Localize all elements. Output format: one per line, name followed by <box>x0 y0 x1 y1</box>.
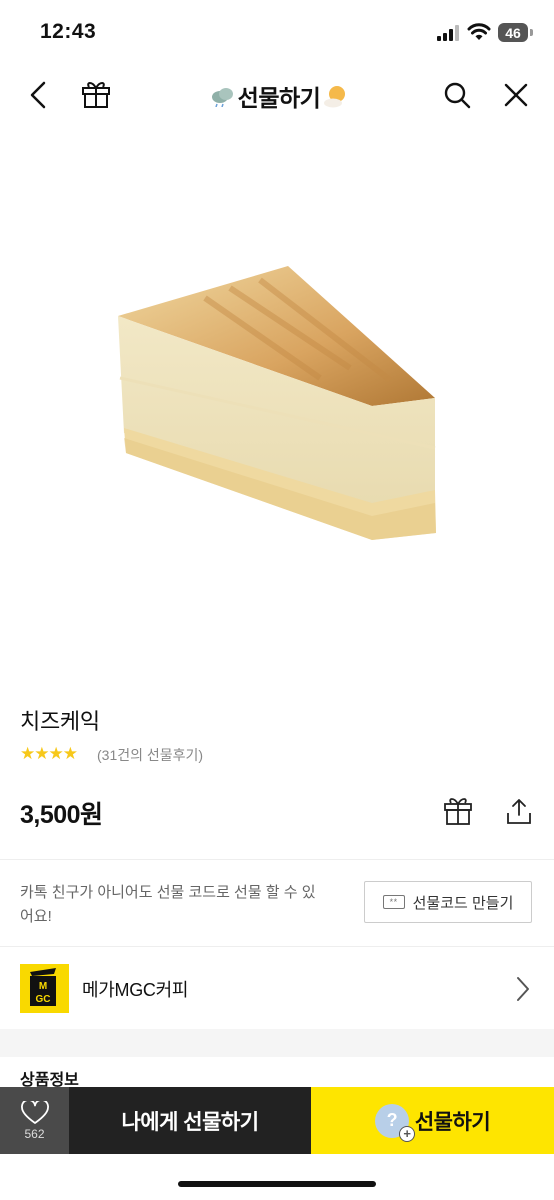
search-button[interactable] <box>442 80 472 110</box>
like-count: 562 <box>24 1126 45 1141</box>
cellular-signal-icon <box>437 25 459 41</box>
close-button[interactable] <box>501 80 531 110</box>
review-count-link[interactable]: (31건의 선물후기) <box>97 745 203 765</box>
code-icon: ** <box>382 895 405 909</box>
nav-title: 선물하기 <box>210 80 350 112</box>
sun-cloud-icon <box>324 86 346 108</box>
chevron-left-icon <box>30 81 46 109</box>
send-gift-button[interactable]: ? + 선물하기 <box>311 1087 554 1154</box>
divider <box>0 859 554 860</box>
create-gift-code-button[interactable]: ** 선물코드 만들기 <box>364 881 532 923</box>
status-time: 12:43 <box>40 20 97 43</box>
brand-name: 메가MGC커피 <box>82 980 189 1000</box>
avatar-placeholder: ? <box>386 1110 398 1130</box>
product-name: 치즈케익 <box>20 709 100 734</box>
nav-title-text: 선물하기 <box>237 85 321 111</box>
search-icon <box>444 82 471 109</box>
product-image <box>118 266 436 540</box>
logo-text-gc: GC <box>36 994 51 1005</box>
brand-logo: M GC <box>20 964 69 1013</box>
gift-wish-button[interactable] <box>442 795 474 827</box>
gift-code-description: 카톡 친구가 아니어도 선물 코드로 선물 할 수 있어요! <box>20 884 316 925</box>
gift-icon <box>444 798 472 825</box>
rating-stars: ★★★★ <box>20 744 78 763</box>
battery-indicator: 46 <box>498 23 528 42</box>
logo-text-m: M <box>39 981 47 992</box>
add-friend-icon: + <box>398 1125 415 1142</box>
share-button[interactable] <box>503 795 535 827</box>
gift-icon <box>82 82 110 108</box>
chevron-right-icon <box>517 977 529 1001</box>
battery-tip <box>530 29 533 36</box>
heart-icon <box>20 1100 49 1124</box>
back-button[interactable] <box>23 80 53 110</box>
bottom-action-bar: 562 나에게 선물하기 ? + 선물하기 <box>0 1087 554 1154</box>
product-price: 3,500원 <box>20 801 103 829</box>
share-icon <box>507 799 531 824</box>
gift-to-self-button[interactable]: 나에게 선물하기 <box>69 1087 311 1154</box>
create-gift-code-label: 선물코드 만들기 <box>412 894 514 912</box>
like-button[interactable]: 562 <box>0 1087 69 1154</box>
mgc-logo-icon: M GC <box>30 968 56 1006</box>
home-indicator <box>178 1181 376 1187</box>
send-gift-label: 선물하기 <box>414 1110 491 1134</box>
gift-box-button[interactable] <box>81 79 111 109</box>
friend-avatar: ? + <box>374 1103 415 1142</box>
section-separator <box>0 1029 554 1057</box>
close-icon <box>504 83 528 107</box>
cloud-umbrella-icon <box>211 88 233 107</box>
wifi-icon <box>467 23 491 40</box>
